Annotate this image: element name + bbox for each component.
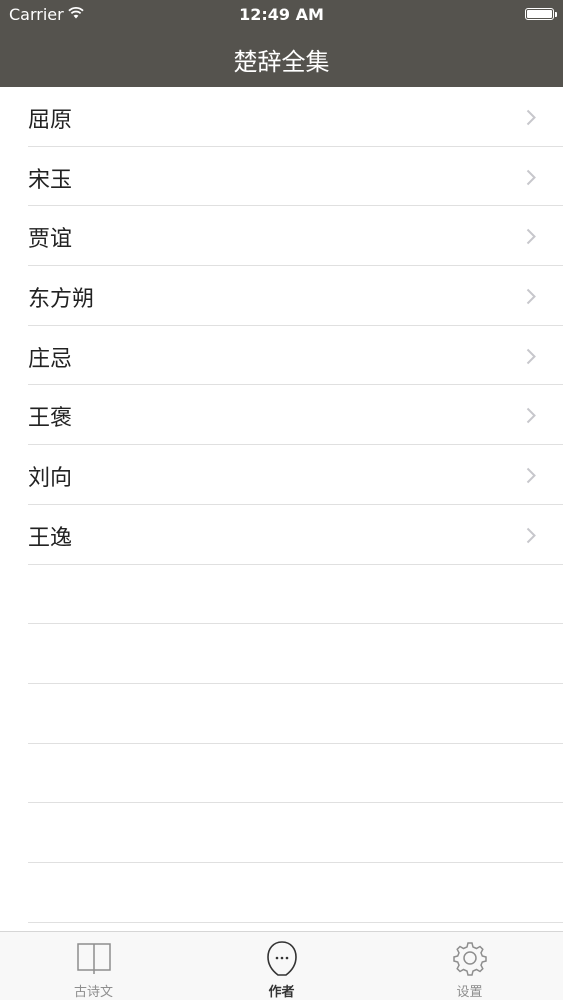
empty-row bbox=[28, 744, 563, 804]
battery-icon bbox=[525, 8, 557, 20]
author-name: 屈原 bbox=[28, 108, 73, 133]
tab-label: 古诗文 bbox=[73, 985, 113, 1000]
author-row[interactable]: 刘向 bbox=[28, 445, 563, 505]
chevron-right-icon bbox=[526, 229, 536, 245]
tab-label: 作者 bbox=[268, 985, 295, 1000]
chevron-right-icon bbox=[526, 527, 536, 544]
status-time: 12:49 AM bbox=[239, 5, 324, 24]
author-name: 贾谊 bbox=[28, 227, 73, 253]
author-name: 王逸 bbox=[28, 525, 73, 551]
chevron-right-icon bbox=[526, 169, 536, 185]
chevron-right-icon bbox=[526, 408, 536, 424]
tab-settings[interactable]: 设置 bbox=[376, 932, 563, 1000]
author-row[interactable]: 王逸 bbox=[28, 505, 563, 565]
author-name: 宋玉 bbox=[28, 167, 73, 193]
book-icon bbox=[77, 943, 111, 974]
author-row[interactable]: 贾谊 bbox=[28, 206, 563, 267]
gear-icon bbox=[453, 942, 487, 976]
chevron-right-icon bbox=[526, 109, 536, 126]
author-name: 东方朔 bbox=[28, 287, 95, 313]
tab-bar: 古诗文 作者 设置 bbox=[0, 931, 563, 1000]
empty-row bbox=[28, 803, 563, 863]
status-bar: Carrier 12:49 AM bbox=[0, 0, 563, 29]
author-name: 庄忌 bbox=[28, 346, 73, 372]
page-title: 楚辞全集 bbox=[233, 48, 330, 76]
author-name: 刘向 bbox=[28, 466, 73, 492]
empty-row bbox=[28, 624, 563, 684]
author-list: 屈原 宋玉 贾谊 东方朔 庄忌 王褒 刘向 王逸 bbox=[0, 87, 563, 923]
author-row[interactable]: 王褒 bbox=[28, 385, 563, 446]
tab-authors[interactable]: 作者 bbox=[188, 932, 375, 1000]
chevron-right-icon bbox=[526, 288, 536, 305]
navigation-header: Carrier 12:49 AM 楚辞全集 bbox=[0, 0, 563, 87]
author-row[interactable]: 宋玉 bbox=[28, 147, 563, 207]
author-row[interactable]: 屈原 bbox=[28, 87, 563, 147]
tab-label: 设置 bbox=[456, 985, 483, 1000]
empty-row bbox=[28, 684, 563, 744]
author-row[interactable]: 东方朔 bbox=[28, 266, 563, 326]
person-icon bbox=[267, 941, 297, 976]
empty-row bbox=[28, 863, 563, 923]
author-name: 王褒 bbox=[28, 406, 73, 432]
chevron-right-icon bbox=[526, 348, 536, 364]
tab-poems[interactable]: 古诗文 bbox=[0, 932, 187, 1000]
empty-row bbox=[28, 565, 563, 625]
chevron-right-icon bbox=[526, 467, 536, 484]
author-row[interactable]: 庄忌 bbox=[28, 326, 563, 386]
